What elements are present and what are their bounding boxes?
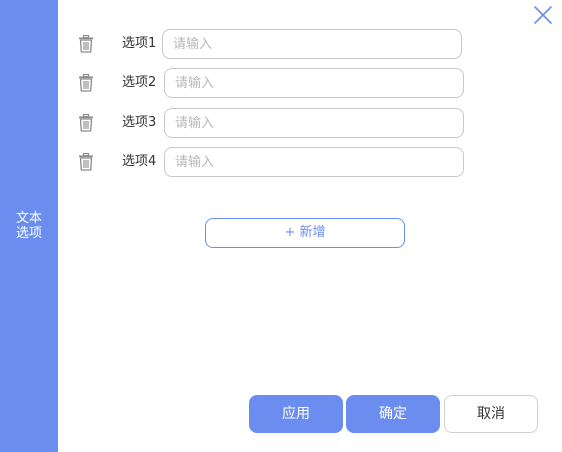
trash-icon[interactable] [78, 74, 94, 92]
option-row-2: 选项2 [74, 68, 474, 98]
trash-icon[interactable] [78, 153, 94, 171]
side-tab-label: 文本选项 [15, 211, 42, 241]
option-row-4: 选项4 [74, 147, 474, 177]
option-input-2[interactable] [164, 68, 464, 98]
option-label-3: 选项3 [122, 115, 157, 130]
option-input-3[interactable] [164, 108, 464, 138]
close-icon[interactable] [532, 4, 554, 26]
add-option-button[interactable]: + 新增 [205, 218, 405, 248]
side-tab-text-options[interactable]: 文本选项 [0, 0, 58, 452]
text-options-dialog: 文本选项 选项1 选项2 [0, 0, 562, 452]
option-row-1: 选项1 [74, 29, 474, 59]
trash-icon[interactable] [78, 114, 94, 132]
apply-button[interactable]: 应用 [249, 395, 343, 433]
trash-icon[interactable] [78, 35, 94, 53]
option-label-1: 选项1 [122, 36, 157, 51]
cancel-button[interactable]: 取消 [444, 395, 538, 433]
option-label-4: 选项4 [122, 154, 157, 169]
option-label-2: 选项2 [122, 75, 157, 90]
option-input-4[interactable] [164, 147, 464, 177]
option-row-3: 选项3 [74, 108, 474, 138]
option-input-1[interactable] [162, 29, 462, 59]
confirm-button[interactable]: 确定 [346, 395, 440, 433]
